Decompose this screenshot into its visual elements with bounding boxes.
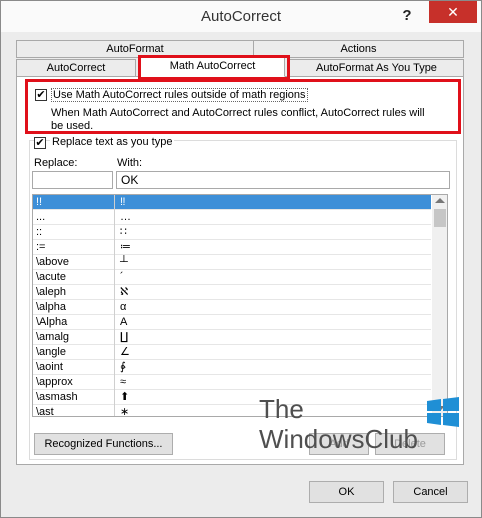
list-item[interactable]: := ≔	[33, 240, 431, 255]
entry-replace: ::	[36, 226, 43, 238]
entry-with: ∠	[120, 346, 130, 358]
entry-with: A	[120, 316, 128, 328]
entry-with: ⬆	[120, 391, 130, 403]
scroll-thumb[interactable]	[434, 209, 446, 227]
entry-with: ℵ	[120, 286, 129, 298]
list-item[interactable]: :: ∷	[33, 225, 431, 240]
with-input[interactable]: OK	[116, 171, 450, 189]
column-divider	[114, 360, 115, 375]
tab-autoformat-as-you-type[interactable]: AutoFormat As You Type	[289, 59, 464, 77]
list-item[interactable]: ... …	[33, 210, 431, 225]
replace-text-checkbox[interactable]: ✔	[34, 137, 46, 149]
entry-replace: \alpha	[36, 301, 66, 313]
tab-autocorrect[interactable]: AutoCorrect	[16, 59, 136, 77]
list-item[interactable]: \approx ≈	[33, 375, 431, 390]
list-item[interactable]: \angle ∠	[33, 345, 431, 360]
entry-replace: ...	[36, 211, 46, 223]
entry-with: ´	[120, 271, 124, 283]
entry-with: ∗	[120, 406, 130, 417]
column-divider	[114, 300, 115, 315]
column-divider	[114, 210, 115, 225]
column-divider	[114, 345, 115, 360]
tab-autoformat[interactable]: AutoFormat	[16, 40, 254, 58]
list-item[interactable]: \aoint ∳	[33, 360, 431, 375]
entry-with: ∐	[120, 331, 129, 343]
button-label: Recognized Functions...	[44, 438, 163, 450]
list-item[interactable]: !! ‼	[33, 195, 431, 210]
tab-label: AutoFormat As You Type	[316, 62, 437, 74]
column-divider	[114, 195, 115, 210]
button-label: OK	[338, 486, 355, 498]
column-divider	[114, 390, 115, 405]
ok-button[interactable]: OK	[309, 481, 384, 503]
conflict-note: When Math AutoCorrect and AutoCorrect ru…	[51, 107, 425, 119]
tab-label: Actions	[340, 43, 377, 55]
entry-replace: \acute	[36, 271, 66, 283]
column-divider	[114, 330, 115, 345]
replace-text-label: Replace text as you type	[50, 136, 175, 148]
watermark-logo: The WindowsClub	[259, 394, 459, 454]
entry-replace: \ast	[36, 406, 54, 417]
column-divider	[114, 255, 115, 270]
list-item[interactable]: \amalg ∐	[33, 330, 431, 345]
replace-label: Replace:	[34, 157, 78, 169]
entry-with: …	[120, 211, 131, 223]
entry-replace: \aoint	[36, 361, 63, 373]
entry-with: ∷	[120, 226, 127, 238]
entry-with: α	[120, 301, 127, 313]
column-divider	[114, 240, 115, 255]
outside-math-label: Use Math AutoCorrect rules outside of ma…	[51, 88, 308, 102]
column-divider	[114, 225, 115, 240]
help-button[interactable]: ?	[394, 5, 420, 27]
entry-with: ┴	[120, 256, 128, 268]
cancel-button[interactable]: Cancel	[393, 481, 468, 503]
entry-with: ≔	[120, 241, 131, 253]
list-scrollbar[interactable]	[432, 195, 447, 416]
list-item[interactable]: \above ┴	[33, 255, 431, 270]
title-bar: AutoCorrect ? ✕	[1, 1, 481, 32]
entry-replace: \above	[36, 256, 70, 268]
windows-icon	[427, 397, 459, 427]
autocorrect-dialog: AutoCorrect ? ✕ AutoFormat Actions AutoC…	[0, 0, 482, 518]
with-label: With:	[117, 157, 143, 169]
list-item[interactable]: \alpha α	[33, 300, 431, 315]
entry-replace: \amalg	[36, 331, 70, 343]
close-button[interactable]: ✕	[429, 1, 477, 23]
list-item[interactable]: \aleph ℵ	[33, 285, 431, 300]
tab-label: AutoCorrect	[46, 62, 106, 74]
recognized-functions-button[interactable]: Recognized Functions...	[34, 433, 173, 455]
entry-replace: \aleph	[36, 286, 66, 298]
column-divider	[114, 270, 115, 285]
entry-with: ∳	[120, 361, 126, 373]
entry-with: ‼	[120, 196, 126, 208]
tab-actions[interactable]: Actions	[253, 40, 464, 58]
entry-with: ≈	[120, 376, 127, 388]
list-item[interactable]: \acute ´	[33, 270, 431, 285]
column-divider	[114, 285, 115, 300]
column-divider	[114, 405, 115, 416]
list-item[interactable]: \Alpha A	[33, 315, 431, 330]
entry-replace: \Alpha	[36, 316, 68, 328]
entries-list[interactable]: !! ‼...…:: ∷:= ≔ \above ┴ \acute ´ \aleph ℵ \alpha…	[32, 194, 448, 417]
tab-math-autocorrect[interactable]: Math AutoCorrect	[140, 57, 285, 77]
entry-replace: !!	[36, 196, 43, 208]
replace-input[interactable]	[32, 171, 113, 189]
watermark-line1: The	[259, 394, 304, 424]
conflict-note-cont: be used.	[51, 120, 94, 132]
entry-replace: \asmash	[36, 391, 78, 403]
column-divider	[114, 315, 115, 330]
entry-replace: \angle	[36, 346, 66, 358]
scroll-up-icon[interactable]	[435, 198, 445, 203]
tab-label: AutoFormat	[106, 43, 164, 55]
entry-replace: :=	[36, 241, 46, 253]
outside-math-checkbox[interactable]: ✔	[35, 89, 47, 101]
tab-label: Math AutoCorrect	[169, 60, 256, 72]
watermark-line2: WindowsClub	[259, 424, 418, 454]
button-label: Cancel	[413, 486, 448, 498]
column-divider	[114, 375, 115, 390]
entry-replace: \approx	[36, 376, 73, 388]
